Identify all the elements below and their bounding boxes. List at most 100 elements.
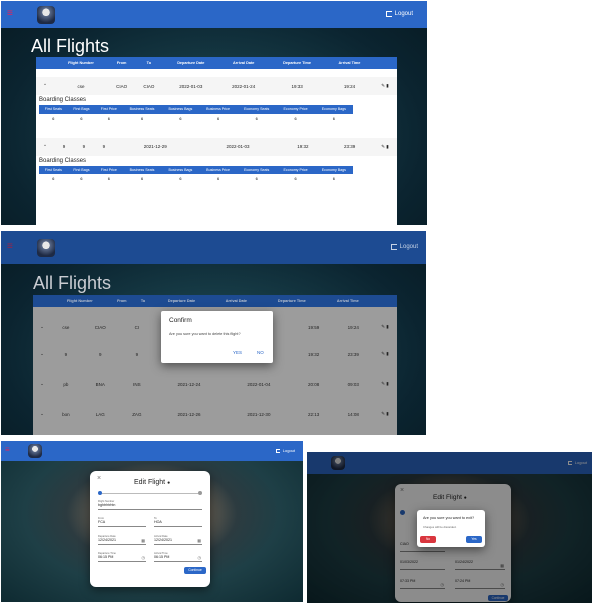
expand-chevron-icon[interactable]: ⌄ xyxy=(33,369,51,399)
table-header: Flight Number From To Departure Date Arr… xyxy=(36,57,397,69)
table-row[interactable]: ⌃ cse CIAO CIAO 2022-01-03 2022-01-24 19… xyxy=(36,77,397,95)
clock-icon[interactable]: ◷ xyxy=(501,582,505,587)
boarding-classes-table: First Seats First Bags First Price Busin… xyxy=(39,165,353,185)
confirm-title: Confirm xyxy=(169,317,192,324)
boarding-classes-title: Boarding Classes xyxy=(39,97,87,103)
flights-card: Flight Number From To Departure Date Arr… xyxy=(36,57,397,225)
stepper xyxy=(98,491,202,495)
app-logo[interactable] xyxy=(37,239,55,257)
edit-pencil-icon[interactable]: ✎ xyxy=(381,381,385,386)
delete-trash-icon[interactable]: ▮ xyxy=(386,351,388,356)
flight-number-field[interactable]: Flight Number bghtrhtrhtn xyxy=(98,500,202,510)
confirm-no-button[interactable]: NO xyxy=(257,350,264,355)
logout-label: Logout xyxy=(394,11,413,17)
edit-pencil-icon[interactable]: ✎ xyxy=(381,83,385,88)
app-logo[interactable] xyxy=(331,456,345,470)
edit-flight-dialog: × Edit Flight ● Flight Number bghtrhtrht… xyxy=(90,471,210,587)
table-row[interactable]: ⌄ bon LAG ZAG 2021-12-26 2021-12-30 22:1… xyxy=(33,399,397,429)
edit-flight-title: Edit Flight ● xyxy=(134,479,171,486)
clock-icon[interactable]: ◷ xyxy=(142,555,146,560)
logout-icon xyxy=(275,448,280,453)
menu-icon[interactable]: ≡ xyxy=(5,445,10,454)
panel-delete-confirm: ≡ Logout All Flights From Flight Number … xyxy=(1,231,426,435)
continue-button[interactable]: Continue xyxy=(488,595,508,601)
app-bar: ≡ Logout xyxy=(1,441,303,461)
arrival-time-field[interactable]: Arrival Time 06:15 PM ◷ xyxy=(154,552,202,562)
page-title: All Flights xyxy=(33,273,112,293)
step-2-icon[interactable] xyxy=(198,491,202,495)
delete-trash-icon[interactable]: ▮ xyxy=(386,411,388,416)
arrival-date-field[interactable]: 01/24/2022 ▦ xyxy=(455,560,505,570)
app-bar: Logout xyxy=(307,452,592,474)
close-icon[interactable]: × xyxy=(400,487,404,494)
logout-label: Logout xyxy=(574,460,587,465)
app-logo[interactable] xyxy=(28,444,42,458)
logout-label: Logout xyxy=(282,448,295,453)
confirm-dialog: Confirm Are you sure you want to delete … xyxy=(161,311,273,363)
col-arrival-time: Arrival Time xyxy=(338,61,361,65)
collapse-chevron-icon[interactable]: ⌃ xyxy=(36,77,54,95)
delete-trash-icon[interactable]: ▮ xyxy=(386,324,388,329)
clock-icon[interactable]: ◷ xyxy=(441,582,445,587)
expand-chevron-icon[interactable]: ⌄ xyxy=(33,399,51,429)
arrival-date-field[interactable]: Arrival Date 12/24/2021 ▦ xyxy=(154,535,202,545)
edit-pencil-icon[interactable]: ✎ xyxy=(381,324,385,329)
expand-chevron-icon[interactable]: ⌄ xyxy=(33,339,51,369)
departure-time-field[interactable]: Departure Time 06:15 PM ◷ xyxy=(98,552,146,562)
step-1-icon[interactable] xyxy=(400,510,405,515)
departure-date-field[interactable]: 01/03/2022 xyxy=(400,560,445,570)
info-icon: ● xyxy=(167,480,171,486)
edit-pencil-icon[interactable]: ✎ xyxy=(381,411,385,416)
arrival-time-field[interactable]: 07:24 PM ◷ xyxy=(455,579,505,589)
menu-icon[interactable]: ≡ xyxy=(7,241,13,252)
departure-time-field[interactable]: 07:33 PM ◷ xyxy=(400,579,445,589)
delete-trash-icon[interactable]: ▮ xyxy=(386,83,388,88)
collapse-chevron-icon[interactable]: ⌃ xyxy=(36,138,54,156)
clock-icon[interactable]: ◷ xyxy=(198,555,202,560)
logout-icon xyxy=(385,11,392,17)
edit-pencil-icon[interactable]: ✎ xyxy=(381,351,385,356)
departure-date-field[interactable]: Departure Date 12/24/2021 ▦ xyxy=(98,535,146,545)
boarding-classes-table: First Seats First Bags First Price Busin… xyxy=(39,105,353,124)
logout-button[interactable]: Logout xyxy=(275,448,295,453)
page-title: All Flights xyxy=(31,36,110,56)
exit-no-button[interactable]: No xyxy=(420,536,436,543)
flights-table: Flight Number From To Departure Date Arr… xyxy=(36,57,397,95)
table-row[interactable]: ⌃ 9 9 9 2021-12-29 2022-01-03 19:32 23:3… xyxy=(36,137,397,156)
edit-pencil-icon[interactable]: ✎ xyxy=(381,144,385,149)
logout-button[interactable]: Logout xyxy=(567,460,587,465)
exit-confirm-dialog: Are you sure you want to exit? Changes w… xyxy=(417,510,485,547)
calendar-icon[interactable]: ▦ xyxy=(500,563,504,568)
logout-button[interactable]: Logout xyxy=(385,11,413,17)
calendar-icon[interactable]: ▦ xyxy=(141,538,145,543)
exit-confirm-sub: Changes will be discarded. xyxy=(423,525,457,529)
logout-icon xyxy=(390,244,397,250)
delete-trash-icon[interactable]: ▮ xyxy=(386,381,388,386)
col-departure-date: Departure Date xyxy=(177,61,205,65)
close-icon[interactable]: × xyxy=(97,475,101,482)
menu-icon[interactable]: ≡ xyxy=(7,8,13,19)
table-row[interactable]: ⌄ pb BNA INS 2021-12-24 2022-01-04 20:08… xyxy=(33,369,397,399)
col-from: From xyxy=(116,61,127,65)
exit-confirm-message: Are you sure you want to exit? xyxy=(423,516,475,520)
exit-yes-button[interactable]: Yes xyxy=(466,536,482,543)
logout-button[interactable]: Logout xyxy=(390,244,418,250)
panel-edit-flight: ≡ Logout × Edit Flight ● Flight Number b… xyxy=(1,441,303,602)
logout-label: Logout xyxy=(399,244,418,250)
info-icon: ● xyxy=(463,495,467,501)
col-to: To xyxy=(146,61,152,65)
continue-button[interactable]: Continue xyxy=(184,567,206,574)
to-field[interactable]: To HOA xyxy=(154,517,202,527)
app-bar: ≡ Logout xyxy=(1,1,427,28)
delete-trash-icon[interactable]: ▮ xyxy=(386,144,388,149)
panel-flights-list: ≡ Logout All Flights Flight Number From … xyxy=(1,1,427,225)
logout-icon xyxy=(567,460,572,465)
confirm-message: Are you sure you want to delete this fli… xyxy=(169,332,241,336)
calendar-icon[interactable]: ▦ xyxy=(197,538,201,543)
expand-chevron-icon[interactable]: ⌄ xyxy=(33,315,51,339)
from-field[interactable]: From FCA xyxy=(98,517,146,527)
app-logo[interactable] xyxy=(37,6,55,24)
confirm-yes-button[interactable]: YES xyxy=(233,350,242,355)
edit-flight-title: Edit Flight ● xyxy=(433,494,467,501)
col-departure-time: Departure Time xyxy=(283,61,311,65)
